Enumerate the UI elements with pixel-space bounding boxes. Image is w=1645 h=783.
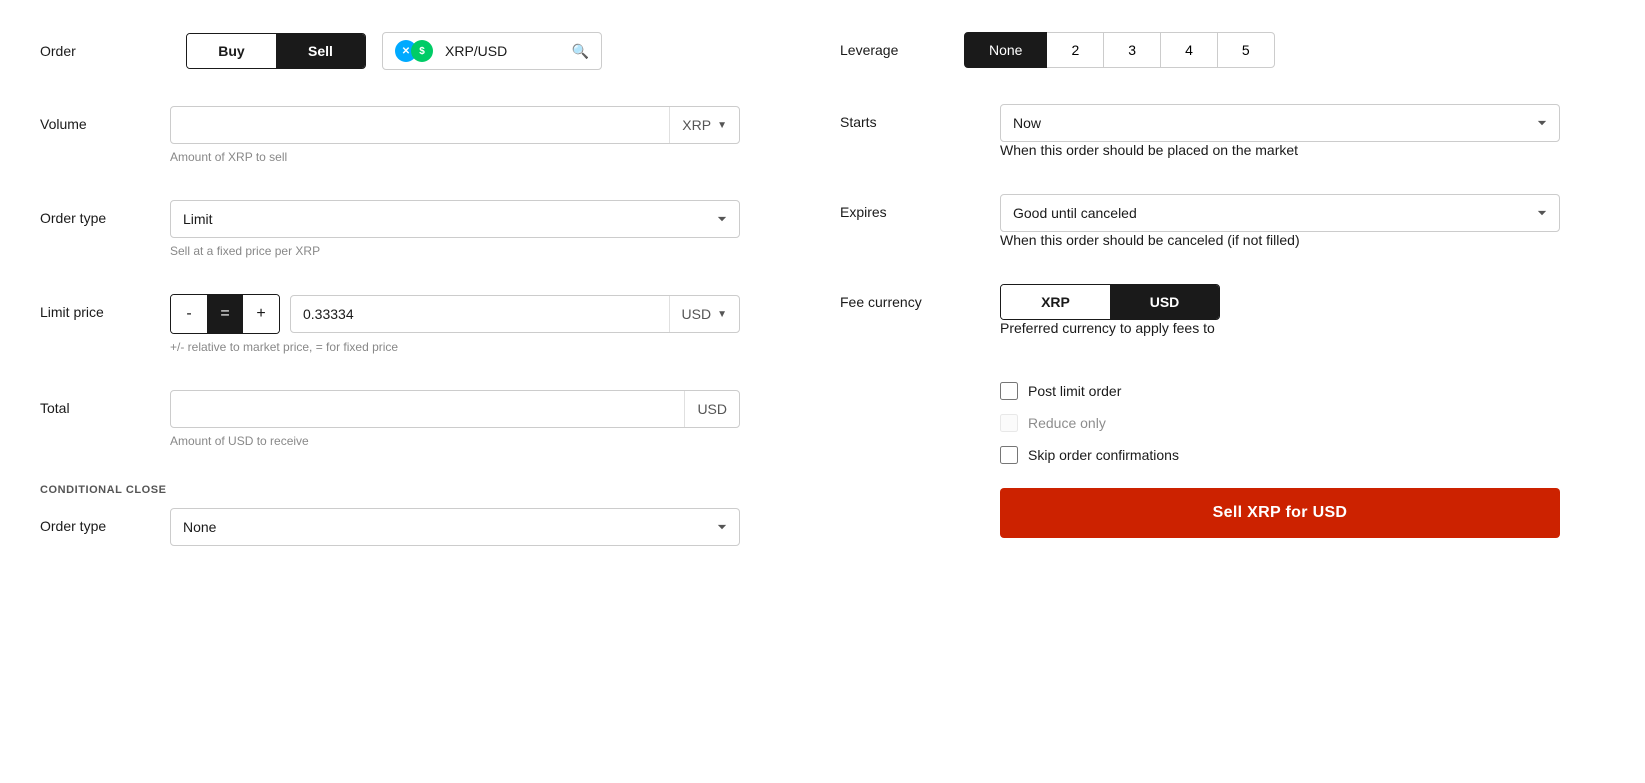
limit-price-control: - = + USD ▼ +/- relative to market price… bbox=[170, 294, 740, 354]
order-type-row: Order type Limit Market Stop Sell at a f… bbox=[40, 200, 740, 258]
conditional-close-section: CONDITIONAL CLOSE bbox=[40, 484, 740, 496]
volume-chevron-icon: ▼ bbox=[717, 120, 727, 131]
buy-button[interactable]: Buy bbox=[187, 34, 276, 68]
expires-control: Good until canceled Good until date Imme… bbox=[1000, 194, 1560, 248]
reduce-only-item: Reduce only bbox=[1000, 414, 1560, 432]
expires-row: Expires Good until canceled Good until d… bbox=[840, 194, 1560, 248]
volume-row: Volume XRP ▼ Amount of XRP to sell bbox=[40, 106, 740, 164]
order-type-select[interactable]: Limit Market Stop bbox=[170, 200, 740, 238]
buy-sell-toggle[interactable]: Buy Sell bbox=[186, 33, 366, 69]
starts-row: Starts Now Scheduled When this order sho… bbox=[840, 104, 1560, 158]
checkbox-group: Post limit order Reduce only Skip order … bbox=[1000, 382, 1560, 464]
conditional-order-type-control: None Limit Market bbox=[170, 508, 740, 546]
volume-control: XRP ▼ Amount of XRP to sell bbox=[170, 106, 740, 164]
fee-currency-toggle[interactable]: XRP USD bbox=[1000, 284, 1220, 320]
total-hint: Amount of USD to receive bbox=[170, 434, 740, 448]
total-currency: USD bbox=[684, 391, 739, 427]
leverage-5-button[interactable]: 5 bbox=[1217, 32, 1275, 68]
limit-price-label: Limit price bbox=[40, 294, 170, 320]
conditional-close-label: CONDITIONAL CLOSE bbox=[40, 484, 170, 496]
skip-confirmations-label: Skip order confirmations bbox=[1028, 447, 1179, 463]
volume-hint: Amount of XRP to sell bbox=[170, 150, 740, 164]
limit-price-input[interactable] bbox=[291, 296, 669, 332]
pair-selector[interactable]: ✕ $ XRP/USD 🔍 bbox=[382, 32, 602, 70]
volume-input[interactable] bbox=[171, 107, 669, 143]
skip-confirmations-item[interactable]: Skip order confirmations bbox=[1000, 446, 1560, 464]
expires-select[interactable]: Good until canceled Good until date Imme… bbox=[1000, 194, 1560, 232]
order-type-label: Order type bbox=[40, 200, 170, 226]
search-icon[interactable]: 🔍 bbox=[572, 43, 589, 60]
checkboxes-control: Post limit order Reduce only Skip order … bbox=[1000, 372, 1560, 538]
pair-name: XRP/USD bbox=[445, 43, 564, 59]
fee-usd-button[interactable]: USD bbox=[1110, 285, 1219, 319]
conditional-order-type-row: Order type None Limit Market bbox=[40, 508, 740, 546]
volume-currency[interactable]: XRP ▼ bbox=[669, 107, 739, 143]
leverage-options: None 2 3 4 5 bbox=[964, 32, 1275, 68]
starts-hint: When this order should be placed on the … bbox=[1000, 142, 1560, 158]
leverage-container: Leverage None 2 3 4 5 bbox=[840, 32, 1560, 68]
stepper-plus-button[interactable]: + bbox=[243, 295, 279, 333]
order-type-hint: Sell at a fixed price per XRP bbox=[170, 244, 740, 258]
leverage-3-button[interactable]: 3 bbox=[1103, 32, 1161, 68]
stepper: - = + bbox=[170, 294, 280, 334]
starts-label: Starts bbox=[840, 104, 1000, 130]
starts-select[interactable]: Now Scheduled bbox=[1000, 104, 1560, 142]
skip-confirmations-checkbox[interactable] bbox=[1000, 446, 1018, 464]
volume-label: Volume bbox=[40, 106, 170, 132]
reduce-only-checkbox bbox=[1000, 414, 1018, 432]
sell-button[interactable]: Sell bbox=[276, 34, 365, 68]
total-input-wrapper: USD bbox=[170, 390, 740, 428]
post-limit-order-label: Post limit order bbox=[1028, 383, 1121, 399]
total-row: Total USD Amount of USD to receive bbox=[40, 390, 740, 448]
limit-price-currency[interactable]: USD ▼ bbox=[669, 296, 739, 332]
limit-price-chevron-icon: ▼ bbox=[717, 309, 727, 320]
leverage-4-button[interactable]: 4 bbox=[1160, 32, 1218, 68]
fee-xrp-button[interactable]: XRP bbox=[1001, 285, 1110, 319]
fee-currency-hint: Preferred currency to apply fees to bbox=[1000, 320, 1560, 336]
stepper-minus-button[interactable]: - bbox=[171, 295, 207, 333]
total-control: USD Amount of USD to receive bbox=[170, 390, 740, 448]
limit-price-row: Limit price - = + USD ▼ bbox=[40, 294, 740, 354]
leverage-label: Leverage bbox=[840, 42, 940, 58]
leverage-none-button[interactable]: None bbox=[964, 32, 1047, 68]
total-label: Total bbox=[40, 390, 170, 416]
fee-currency-row: Fee currency XRP USD Preferred currency … bbox=[840, 284, 1560, 336]
leverage-2-button[interactable]: 2 bbox=[1046, 32, 1104, 68]
conditional-order-type-label: Order type bbox=[40, 508, 170, 534]
volume-input-wrapper: XRP ▼ bbox=[170, 106, 740, 144]
limit-price-input-wrapper: USD ▼ bbox=[290, 295, 740, 333]
expires-hint: When this order should be canceled (if n… bbox=[1000, 232, 1560, 248]
fee-currency-control: XRP USD Preferred currency to apply fees… bbox=[1000, 284, 1560, 336]
pair-icon: ✕ $ bbox=[395, 40, 433, 62]
usd-icon: $ bbox=[411, 40, 433, 62]
total-input[interactable] bbox=[171, 391, 684, 427]
sell-xrp-button[interactable]: Sell XRP for USD bbox=[1000, 488, 1560, 538]
leverage-row: Leverage None 2 3 4 5 bbox=[840, 32, 1275, 68]
starts-control: Now Scheduled When this order should be … bbox=[1000, 104, 1560, 158]
reduce-only-label: Reduce only bbox=[1028, 415, 1106, 431]
stepper-equals-button[interactable]: = bbox=[207, 295, 243, 333]
expires-label: Expires bbox=[840, 194, 1000, 220]
conditional-order-type-select[interactable]: None Limit Market bbox=[170, 508, 740, 546]
order-type-control: Limit Market Stop Sell at a fixed price … bbox=[170, 200, 740, 258]
fee-currency-label: Fee currency bbox=[840, 284, 1000, 310]
checkboxes-spacer bbox=[840, 372, 1000, 382]
order-label: Order bbox=[40, 43, 170, 59]
post-limit-order-item[interactable]: Post limit order bbox=[1000, 382, 1560, 400]
post-limit-order-checkbox[interactable] bbox=[1000, 382, 1018, 400]
limit-price-input-group: - = + USD ▼ bbox=[170, 294, 740, 334]
limit-price-hint: +/- relative to market price, = for fixe… bbox=[170, 340, 740, 354]
checkboxes-row: Post limit order Reduce only Skip order … bbox=[840, 372, 1560, 538]
